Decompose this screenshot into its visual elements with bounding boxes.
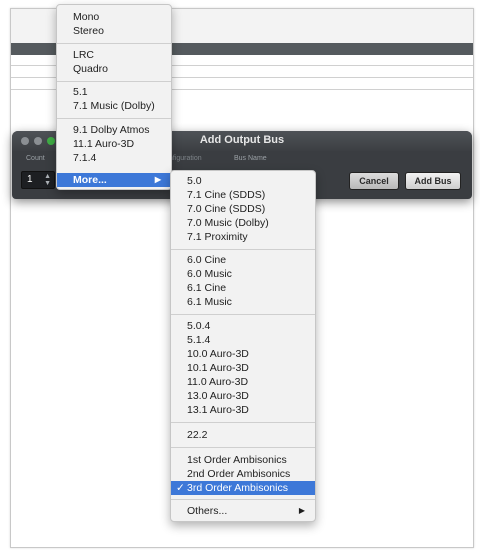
menu-item-7-1-cine-sdds[interactable]: 7.1 Cine (SDDS) — [171, 188, 315, 202]
menu-separator — [57, 81, 171, 82]
menu-separator — [171, 249, 315, 250]
menu-separator — [57, 43, 171, 44]
menu-item-quadro[interactable]: Quadro — [57, 62, 171, 76]
menu-item-10-0-auro-3d[interactable]: 10.0 Auro-3D — [171, 347, 315, 361]
add-bus-button[interactable]: Add Bus — [405, 172, 461, 190]
menu-item-7-1-4[interactable]: 7.1.4 — [57, 151, 171, 165]
menu-item-7-1-proximity[interactable]: 7.1 Proximity — [171, 230, 315, 244]
menu-item-7-0-music-dolby[interactable]: 7.0 Music (Dolby) — [171, 216, 315, 230]
menu-item-2nd-order-ambisonics[interactable]: 2nd Order Ambisonics — [171, 467, 315, 481]
menu-item-6-0-music[interactable]: 6.0 Music — [171, 267, 315, 281]
more-label: More... — [73, 174, 107, 186]
menu-item-6-0-cine[interactable]: 6.0 Cine — [171, 253, 315, 267]
menu-item-label: 3rd Order Ambisonics — [187, 482, 288, 494]
menu-item-10-1-auro-3d[interactable]: 10.1 Auro-3D — [171, 361, 315, 375]
menu-separator — [171, 422, 315, 423]
menu-item-5-0-4[interactable]: 5.0.4 — [171, 319, 315, 333]
menu-separator — [57, 118, 171, 119]
menu-item-13-0-auro-3d[interactable]: 13.0 Auro-3D — [171, 389, 315, 403]
menu-item-11-0-auro-3d[interactable]: 11.0 Auro-3D — [171, 375, 315, 389]
count-column-header: Count — [26, 155, 45, 162]
menu-item-9-1-dolby-atmos[interactable]: 9.1 Dolby Atmos — [57, 123, 171, 137]
menu-item-5-1-4[interactable]: 5.1.4 — [171, 333, 315, 347]
menu-item-lrc[interactable]: LRC — [57, 48, 171, 62]
menu-separator — [171, 447, 315, 448]
menu-item-5-1[interactable]: 5.1 — [57, 85, 171, 99]
menu-item-6-1-cine[interactable]: 6.1 Cine — [171, 281, 315, 295]
menu-item-mono[interactable]: Mono — [57, 10, 171, 24]
menu-item-others[interactable]: Others... ▶ — [171, 504, 315, 518]
configuration-menu: Mono Stereo LRC Quadro 5.1 7.1 Music (Do… — [56, 4, 172, 190]
bus-name-column-header: Bus Name — [234, 155, 267, 162]
menu-item-3rd-order-ambisonics[interactable]: ✓ 3rd Order Ambisonics — [171, 481, 315, 495]
menu-item-7-0-cine-sdds[interactable]: 7.0 Cine (SDDS) — [171, 202, 315, 216]
menu-item-7-1-music-dolby[interactable]: 7.1 Music (Dolby) — [57, 99, 171, 113]
menu-item-stereo[interactable]: Stereo — [57, 24, 171, 38]
menu-item-6-1-music[interactable]: 6.1 Music — [171, 295, 315, 309]
submenu-arrow-icon: ▶ — [298, 506, 305, 515]
menu-separator — [171, 499, 315, 500]
count-value[interactable]: 1 — [27, 174, 33, 185]
menu-separator — [171, 314, 315, 315]
menu-item-1st-order-ambisonics[interactable]: 1st Order Ambisonics — [171, 453, 315, 467]
menu-item-5-0[interactable]: 5.0 — [171, 174, 315, 188]
cancel-button[interactable]: Cancel — [349, 172, 399, 190]
menu-item-11-1-auro-3d[interactable]: 11.1 Auro-3D — [57, 137, 171, 151]
stepper-arrows-icon[interactable]: ▲ ▼ — [44, 173, 51, 187]
more-configurations-submenu: 5.0 7.1 Cine (SDDS) 7.0 Cine (SDDS) 7.0 … — [170, 170, 316, 522]
menu-item-22-2[interactable]: 22.2 — [171, 428, 315, 442]
checkmark-icon: ✓ — [176, 482, 185, 494]
count-stepper[interactable]: 1 ▲ ▼ — [21, 171, 55, 189]
submenu-arrow-icon: ▶ — [154, 175, 161, 184]
others-label: Others... — [187, 505, 228, 517]
menu-item-13-1-auro-3d[interactable]: 13.1 Auro-3D — [171, 403, 315, 417]
menu-item-more[interactable]: More... ▶ — [57, 173, 171, 187]
